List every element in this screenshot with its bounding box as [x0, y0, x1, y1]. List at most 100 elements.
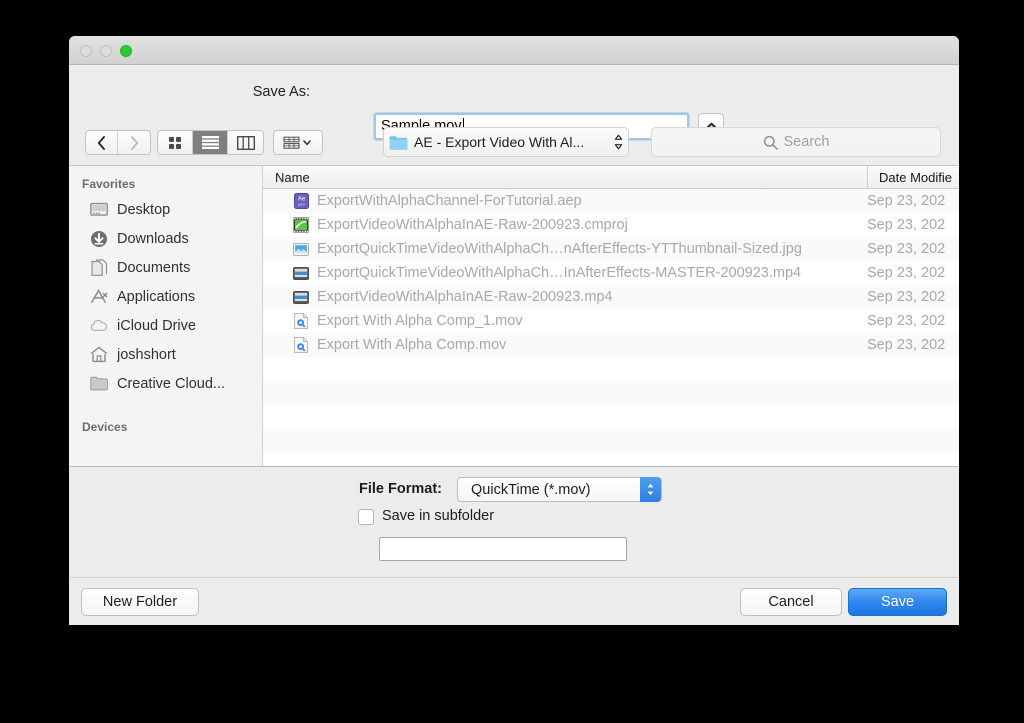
view-mode-segmented-control	[157, 130, 264, 155]
save-as-label: Save As:	[252, 84, 310, 100]
sidebar-item-home[interactable]: joshshort	[69, 340, 262, 369]
icon-view-button[interactable]	[158, 131, 193, 154]
file-date-modified: Sep 23, 202	[867, 313, 946, 329]
chevron-left-icon	[97, 135, 105, 150]
save-in-subfolder-checkbox[interactable]	[358, 509, 374, 525]
save-dialog: Save As: Sample.mov AE - Export Video Wi…	[69, 36, 959, 625]
file-format-value: QuickTime (*.mov)	[471, 481, 591, 498]
search-input[interactable]: Search	[651, 127, 941, 157]
minimize-button[interactable]	[100, 45, 112, 57]
mp4-video-icon	[293, 265, 309, 281]
options-panel: File Format: QuickTime (*.mov) Save in s…	[69, 467, 959, 577]
close-button[interactable]	[80, 45, 92, 57]
table-row[interactable]: Export With Alpha Comp_1.mov Sep 23, 202	[263, 309, 959, 333]
dialog-footer: New Folder Cancel Save	[69, 577, 959, 625]
file-rows-container: Ae AEP ExportWithAlphaChannel-ForTutorial.…	[263, 189, 959, 466]
applications-icon	[90, 288, 108, 306]
table-row[interactable]: Ae AEP ExportWithAlphaChannel-ForTutorial.…	[263, 189, 959, 213]
navigation-toolbar: AE - Export Video With Al... Search	[69, 120, 959, 165]
column-header-name[interactable]: Name	[263, 170, 310, 185]
sidebar-item-downloads[interactable]: Downloads	[69, 224, 262, 253]
file-browser: Favorites Desktop Downloads Documents Ap…	[69, 165, 959, 467]
file-date-modified: Sep 23, 202	[867, 265, 946, 281]
file-date-modified: Sep 23, 202	[867, 289, 946, 305]
sidebar-item-label: Creative Cloud...	[117, 375, 225, 392]
column-header-row: Name Date Modifie	[263, 166, 959, 189]
file-name: Export With Alpha Comp.mov	[317, 337, 507, 353]
zoom-button[interactable]	[120, 45, 132, 57]
cancel-button[interactable]: Cancel	[740, 588, 842, 616]
sidebar-item-creative-cloud[interactable]: Creative Cloud...	[69, 369, 262, 398]
file-format-label: File Format:	[359, 481, 442, 497]
column-view-icon	[236, 135, 255, 150]
sidebar-item-documents[interactable]: Documents	[69, 253, 262, 282]
jpeg-image-icon	[293, 241, 309, 257]
quicktime-movie-icon	[293, 313, 309, 329]
updown-chevron-icon	[640, 477, 661, 502]
table-row-empty	[263, 357, 959, 381]
folder-icon	[90, 375, 108, 393]
sidebar-item-label: iCloud Drive	[117, 317, 196, 334]
file-format-select[interactable]: QuickTime (*.mov)	[457, 477, 662, 502]
sidebar-item-label: Downloads	[117, 230, 189, 247]
file-date-modified: Sep 23, 202	[867, 337, 946, 353]
search-placeholder: Search	[783, 134, 830, 150]
file-name: ExportWithAlphaChannel-ForTutorial.aep	[317, 193, 582, 209]
action-menu-button[interactable]	[274, 131, 322, 154]
file-name: ExportQuickTimeVideoWithAlphaCh…InAfterE…	[317, 265, 802, 281]
file-date-modified: Sep 23, 202	[867, 193, 946, 209]
sidebar-item-desktop[interactable]: Desktop	[69, 195, 262, 224]
save-in-subfolder-label: Save in subfolder	[382, 508, 495, 524]
file-name: ExportVideoWithAlphaInAE-Raw-200923.mp4	[317, 289, 613, 305]
table-row-empty	[263, 405, 959, 429]
quicktime-movie-icon	[293, 337, 309, 353]
table-row-empty	[263, 429, 959, 453]
file-name: ExportQuickTimeVideoWithAlphaCh…nAfterEf…	[317, 241, 802, 257]
sidebar-section-devices: Devices	[82, 420, 128, 434]
sidebar-item-label: Desktop	[117, 201, 171, 218]
svg-text:AEP: AEP	[297, 203, 305, 207]
new-folder-button[interactable]: New Folder	[81, 588, 199, 616]
sidebar: Favorites Desktop Downloads Documents Ap…	[69, 166, 263, 466]
folder-icon	[389, 135, 408, 150]
action-menu-icon	[283, 136, 311, 149]
sidebar-item-applications[interactable]: Applications	[69, 282, 262, 311]
back-button[interactable]	[86, 131, 118, 154]
path-popup-label: AE - Export Video With Al...	[414, 134, 585, 150]
save-button[interactable]: Save	[848, 588, 947, 616]
sidebar-item-label: Applications	[117, 288, 196, 305]
icon-view-icon	[169, 136, 181, 149]
window-titlebar	[69, 36, 959, 65]
file-date-modified: Sep 23, 202	[867, 241, 946, 257]
column-header-date-modified[interactable]: Date Modifie	[867, 166, 959, 189]
path-popup-button[interactable]: AE - Export Video With Al...	[383, 127, 629, 157]
mp4-video-icon	[293, 289, 309, 305]
desktop-icon	[90, 201, 108, 219]
table-row[interactable]: ExportVideoWithAlphaInAE-Raw-200923.mp4 S…	[263, 285, 959, 309]
file-name: Export With Alpha Comp_1.mov	[317, 313, 523, 329]
icloud-icon	[90, 317, 108, 335]
sidebar-item-label: Documents	[117, 259, 191, 276]
downloads-icon	[90, 230, 108, 248]
updown-chevron-icon	[614, 134, 623, 150]
table-row[interactable]: Export With Alpha Comp.mov Sep 23, 202	[263, 333, 959, 357]
save-as-row: Save As: Sample.mov	[69, 65, 959, 140]
table-row[interactable]: ExportVideoWithAlphaInAE-Raw-200923.cmpr…	[263, 213, 959, 237]
chevron-right-icon	[130, 135, 138, 150]
sidebar-section-favorites: Favorites	[82, 177, 136, 191]
table-row-empty	[263, 381, 959, 405]
column-view-button[interactable]	[228, 131, 263, 154]
action-menu-control	[273, 130, 323, 155]
subfolder-name-input[interactable]	[379, 537, 627, 561]
sidebar-item-icloud-drive[interactable]: iCloud Drive	[69, 311, 262, 340]
file-list: Name Date Modifie Ae AEP ExportWithAlphaCh…	[263, 166, 959, 466]
forward-button[interactable]	[118, 131, 150, 154]
search-icon	[763, 135, 778, 150]
nav-segmented-control	[85, 130, 151, 155]
list-view-button[interactable]	[193, 131, 228, 154]
list-view-icon	[201, 136, 219, 149]
table-row[interactable]: ExportQuickTimeVideoWithAlphaCh…InAfterE…	[263, 261, 959, 285]
sidebar-item-label: joshshort	[117, 346, 176, 363]
file-date-modified: Sep 23, 202	[867, 217, 946, 233]
table-row[interactable]: ExportQuickTimeVideoWithAlphaCh…nAfterEf…	[263, 237, 959, 261]
